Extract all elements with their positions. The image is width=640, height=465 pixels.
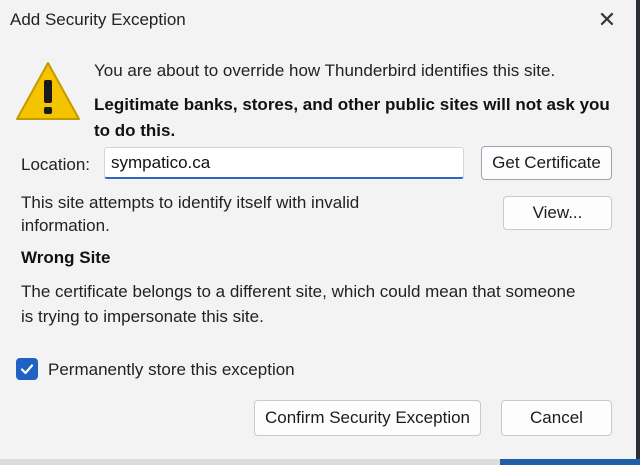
wrong-site-detail: The certificate belongs to a different s… [21,282,576,326]
view-label: View... [532,203,583,222]
location-input[interactable] [104,147,464,179]
confirm-label: Confirm Security Exception [264,408,471,427]
cancel-button[interactable]: Cancel [501,400,612,436]
add-security-exception-dialog: Add Security Exception ✕ You are about t… [0,0,640,465]
wrong-site-heading: Wrong Site [21,248,111,267]
background-window-bottom [0,459,640,465]
checkmark-icon [20,364,34,375]
confirm-security-exception-button[interactable]: Confirm Security Exception [254,400,481,436]
permanent-checkbox[interactable] [16,358,38,380]
background-taskbar-accent [500,459,640,465]
permanent-checkbox-label[interactable]: Permanently store this exception [48,360,295,380]
get-certificate-label: Get Certificate [492,153,601,172]
get-certificate-button[interactable]: Get Certificate [481,146,612,180]
view-button[interactable]: View... [503,196,612,230]
close-icon[interactable]: ✕ [592,6,622,34]
site-status-info: This site attempts to identify itself wi… [21,193,360,235]
cancel-label: Cancel [530,408,583,427]
warning-triangle-icon [16,62,80,120]
dialog-title: Add Security Exception [10,10,186,29]
warning-bold-message: Legitimate banks, stores, and other publ… [94,95,610,140]
location-label: Location: [21,155,90,174]
background-window-edge [636,0,640,465]
titlebar: Add Security Exception ✕ [0,0,636,40]
warning-message: You are about to override how Thunderbir… [94,61,556,80]
